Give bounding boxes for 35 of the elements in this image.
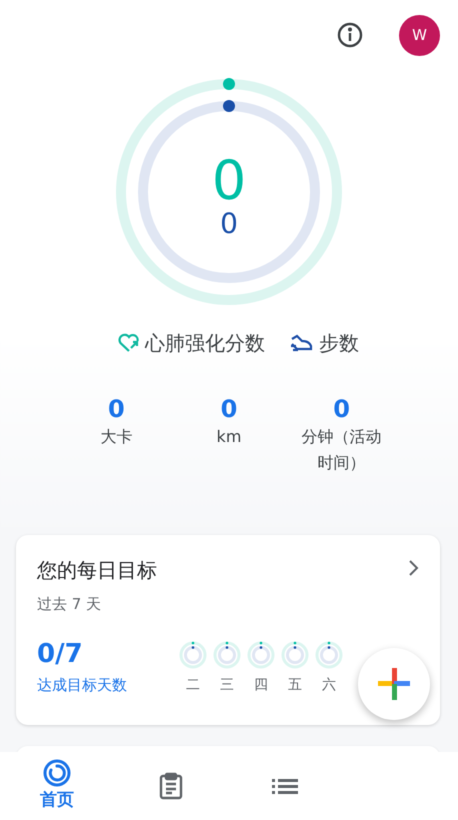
stat-value: 0 xyxy=(108,394,125,424)
stat-value: 0 xyxy=(220,394,238,424)
cardio-points-value: 0 xyxy=(212,153,246,209)
goal-count: 0/7 xyxy=(37,638,84,670)
heart-icon xyxy=(117,332,141,354)
clipboard-icon xyxy=(158,772,184,800)
steps-value: 0 xyxy=(220,209,238,239)
day-ring xyxy=(179,641,207,669)
ring-icon xyxy=(42,758,72,788)
day-ring xyxy=(247,641,275,669)
card-title: 您的每日目标 xyxy=(37,557,157,584)
day-label: 三 xyxy=(220,676,234,695)
goal-count-label: 达成目标天数 xyxy=(37,674,128,696)
day-label: 二 xyxy=(186,676,200,695)
list-icon xyxy=(272,776,298,796)
avatar[interactable]: W xyxy=(399,14,440,56)
day-label: 五 xyxy=(288,676,302,695)
stat-label: 大卡 xyxy=(99,426,134,448)
stat-label: 分钟（活动时间） xyxy=(300,426,383,474)
stat-value: 0 xyxy=(333,394,350,424)
legend-label: 步数 xyxy=(319,330,359,357)
chevron-right-icon[interactable] xyxy=(407,559,419,577)
card-subtitle: 过去 7 天 xyxy=(37,594,102,615)
plus-icon xyxy=(378,668,410,700)
nav-tab[interactable]: 首页 xyxy=(0,752,114,820)
day-ring xyxy=(281,641,309,669)
day-ring xyxy=(213,641,241,669)
day-label: 六 xyxy=(322,676,336,695)
legend-label: 心肺强化分数 xyxy=(145,330,265,357)
day-ring xyxy=(315,641,343,669)
daily-goals-card[interactable]: 您的每日目标 过去 7 天 0/7 达成目标天数 二 三 四 五 六 xyxy=(16,535,440,725)
stat-label: km xyxy=(216,426,242,448)
day-label: 四 xyxy=(254,676,268,695)
shoe-icon xyxy=(289,332,315,354)
info-icon[interactable] xyxy=(337,22,363,48)
